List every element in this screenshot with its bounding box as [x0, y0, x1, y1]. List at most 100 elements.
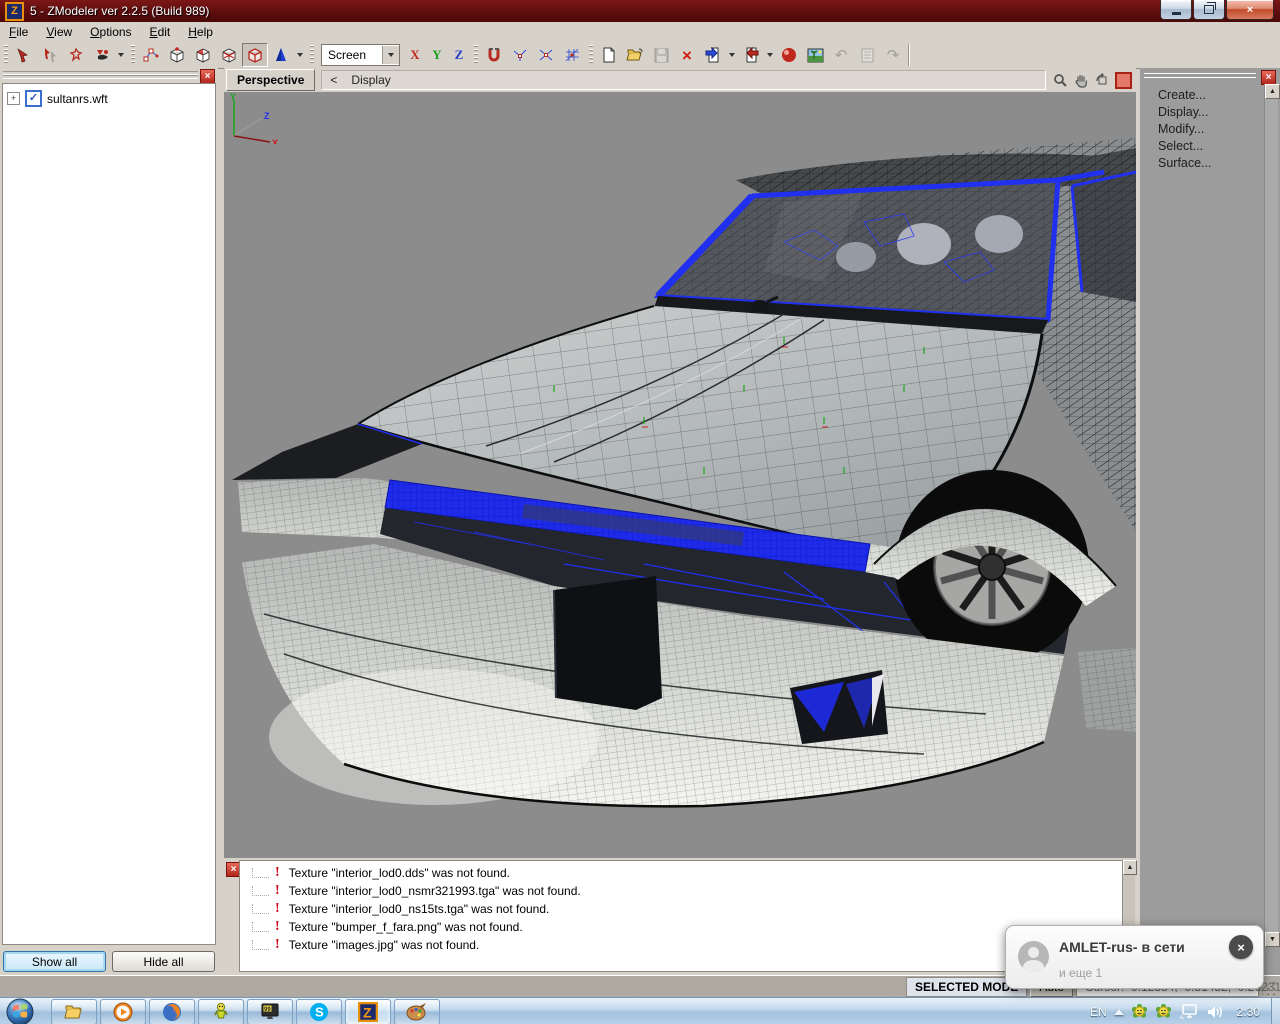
snap-grid-icon[interactable] — [559, 43, 585, 67]
log-list[interactable]: ! Texture "interior_lod0.dds" was not fou… — [239, 860, 1123, 972]
title-bar[interactable]: Z 5 - ZModeler ver 2.2.5 (Build 989) × — [0, 0, 1280, 22]
pivot-dropdown-icon[interactable] — [297, 53, 303, 57]
tree-checkbox[interactable]: ✓ — [25, 90, 42, 107]
taskbar-explorer-button[interactable] — [51, 999, 97, 1024]
notification-popup[interactable]: AMLET-rus- в сети и еще 1 × — [1005, 925, 1264, 989]
axis-z-button[interactable]: Z — [448, 45, 470, 65]
taskbar-mediaplayer-button[interactable] — [100, 999, 146, 1024]
import-icon[interactable] — [738, 43, 764, 67]
vertices-mode-icon[interactable] — [138, 43, 164, 67]
show-all-button[interactable]: Show all — [3, 951, 106, 972]
open-file-icon[interactable] — [622, 43, 648, 67]
command-display[interactable]: Display... — [1158, 105, 1212, 122]
command-modify[interactable]: Modify... — [1158, 122, 1212, 139]
language-indicator[interactable]: EN — [1090, 1005, 1107, 1019]
command-surface[interactable]: Surface... — [1158, 156, 1212, 173]
hidden-icons-button[interactable] — [1114, 1009, 1124, 1015]
break-vertices-icon[interactable] — [533, 43, 559, 67]
scene-panel-close-button[interactable]: × — [200, 69, 215, 84]
polygons-mode-icon[interactable] — [216, 43, 242, 67]
menu-options[interactable]: Options — [81, 23, 140, 41]
network-icon[interactable] — [1179, 1003, 1199, 1020]
qip-flower-icon-2[interactable] — [1155, 1003, 1172, 1020]
select-dropdown-icon[interactable] — [118, 53, 124, 57]
qip-flower-icon[interactable] — [1131, 1003, 1148, 1020]
maximize-view-icon[interactable] — [1115, 72, 1132, 89]
export-icon[interactable] — [700, 43, 726, 67]
resize-grip[interactable] — [1262, 979, 1278, 995]
breadcrumb[interactable]: Display — [351, 73, 390, 87]
notification-close-button[interactable]: × — [1229, 935, 1253, 959]
magnet-icon[interactable] — [481, 43, 507, 67]
tree-row-sultanrs[interactable]: + ✓ sultanrs.wft — [3, 84, 215, 113]
close-icon: × — [1247, 4, 1253, 16]
menu-help[interactable]: Help — [179, 23, 222, 41]
menu-view[interactable]: View — [37, 23, 81, 41]
log-row: !Texture "interior_lod0_ns15ts.tga" was … — [240, 900, 1122, 918]
taskbar-qip-button[interactable] — [198, 999, 244, 1024]
axis-x-button[interactable]: X — [404, 45, 426, 65]
start-button[interactable] — [3, 999, 37, 1024]
restore-icon — [1204, 5, 1214, 14]
zoom-tool-icon[interactable] — [1052, 72, 1069, 89]
weld-vertices-icon[interactable] — [507, 43, 533, 67]
screen-combobox[interactable]: Screen — [321, 44, 400, 66]
breadcrumb-back[interactable]: < — [330, 73, 337, 87]
clock[interactable]: 2:30 — [1237, 1005, 1260, 1019]
select-single-icon[interactable] — [11, 43, 37, 67]
texture-browser-icon[interactable] — [802, 43, 828, 67]
commands-scrollbar[interactable]: ▲ ▼ — [1264, 84, 1278, 947]
select-separated-icon[interactable] — [37, 43, 63, 67]
volume-icon[interactable] — [1206, 1004, 1224, 1020]
hide-all-button[interactable]: Hide all — [112, 951, 215, 972]
export-dropdown-icon[interactable] — [729, 53, 735, 57]
taskbar-skype-button[interactable]: S — [296, 999, 342, 1024]
tree-expand-icon[interactable]: + — [7, 92, 20, 105]
material-sphere-icon[interactable] — [776, 43, 802, 67]
new-file-icon[interactable] — [596, 43, 622, 67]
rotate-view-icon[interactable] — [1094, 72, 1111, 89]
commands-scroll-up-icon[interactable]: ▲ — [1265, 84, 1280, 99]
faces-mode-icon[interactable] — [190, 43, 216, 67]
select-quadr-icon[interactable] — [63, 43, 89, 67]
menu-edit[interactable]: Edit — [141, 23, 180, 41]
toolbar-grip[interactable] — [474, 45, 478, 65]
command-select[interactable]: Select... — [1158, 139, 1212, 156]
log-scroll-up-icon[interactable]: ▲ — [1123, 860, 1137, 875]
menu-file[interactable]: File — [0, 23, 37, 41]
viewport-breadcrumb-bar[interactable]: < Display — [321, 70, 1046, 90]
history-icon — [854, 43, 880, 67]
taskbar-zmodeler-button[interactable]: Z — [345, 999, 391, 1024]
warning-icon: ! — [275, 883, 280, 899]
edges-mode-icon[interactable] — [164, 43, 190, 67]
scene-tree[interactable]: + ✓ sultanrs.wft — [2, 83, 216, 945]
import-dropdown-icon[interactable] — [767, 53, 773, 57]
taskbar-paint-button[interactable] — [394, 999, 440, 1024]
perspective-viewport[interactable]: Y Z X — [224, 92, 1136, 858]
pan-tool-icon[interactable] — [1073, 72, 1090, 89]
pivot-mode-icon[interactable] — [268, 43, 294, 67]
tree-item-label[interactable]: sultanrs.wft — [47, 92, 108, 106]
commands-panel-close-button[interactable]: × — [1261, 70, 1276, 85]
delete-icon[interactable]: × — [674, 43, 700, 67]
car-wireframe-model — [224, 92, 1136, 858]
commands-scroll-down-icon[interactable]: ▼ — [1265, 932, 1280, 947]
taskbar-firefox-button[interactable] — [149, 999, 195, 1024]
log-message: Texture "interior_lod0.dds" was not foun… — [289, 866, 510, 880]
taskbar-messenger-button[interactable]: 99 — [247, 999, 293, 1024]
toolbar-grip[interactable] — [310, 45, 314, 65]
axis-y-button[interactable]: Y — [426, 45, 448, 65]
toolbar-grip[interactable] — [589, 45, 593, 65]
command-create[interactable]: Create... — [1158, 88, 1212, 105]
toolbar-grip[interactable] — [4, 45, 8, 65]
select-lasso-icon[interactable] — [89, 43, 115, 67]
restore-button[interactable] — [1193, 0, 1225, 20]
warning-icon: ! — [275, 919, 280, 935]
toolbar-grip[interactable] — [131, 45, 135, 65]
screen-combobox-arrow[interactable] — [382, 46, 399, 64]
minimize-button[interactable] — [1160, 0, 1192, 20]
close-button[interactable]: × — [1226, 0, 1274, 20]
show-desktop-button[interactable] — [1271, 998, 1280, 1024]
objects-mode-icon[interactable] — [242, 43, 268, 67]
perspective-button[interactable]: Perspective — [226, 69, 315, 91]
